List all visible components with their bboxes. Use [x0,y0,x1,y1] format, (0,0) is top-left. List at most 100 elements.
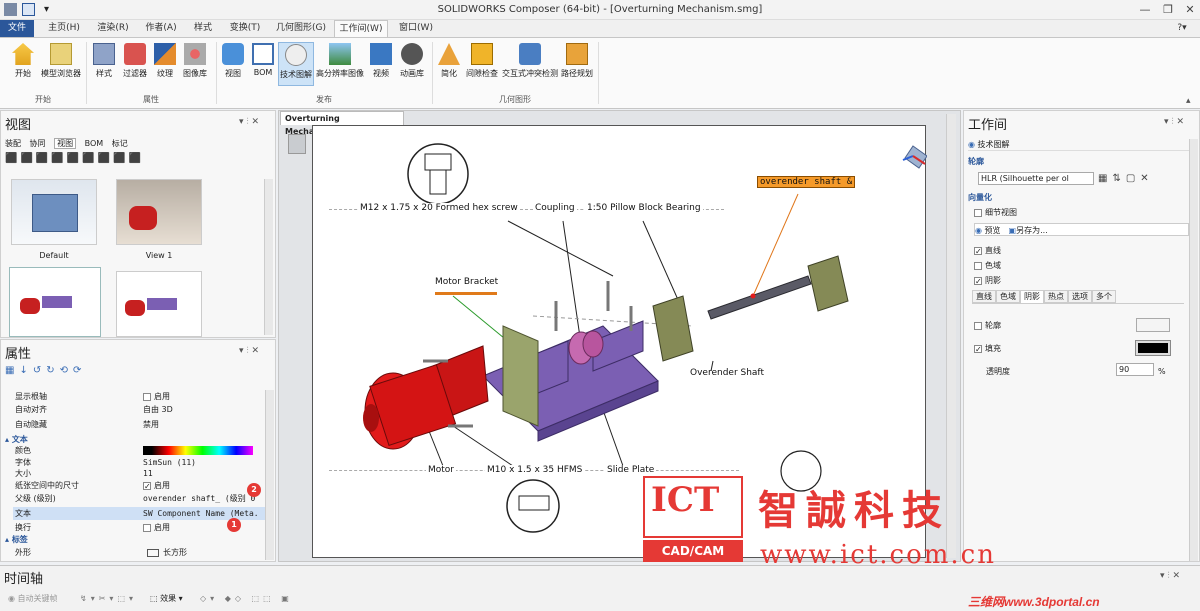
tab-workshops[interactable]: 工作间(W) [334,20,388,37]
prop-checkbox[interactable] [143,523,151,532]
label-motor[interactable]: Motor [426,465,457,475]
color-fill-option[interactable]: 色域 [974,259,1001,272]
section-label[interactable]: ▴ 标签 [5,533,255,546]
outline-option[interactable]: 轮廓 [974,319,1001,332]
restore-icon[interactable]: ❐ [1158,2,1178,17]
tab-views[interactable]: 视图 [54,138,77,149]
texture-button[interactable]: 纹理 [152,42,178,86]
color-picker[interactable] [143,446,253,455]
start-button[interactable]: 开始 [6,42,40,86]
timeline-title: 时间轴 [4,572,44,587]
help-icon[interactable]: ?▾ [1170,20,1194,37]
collapse-ribbon-icon[interactable]: ▴ [1186,96,1191,106]
subtab-multiple[interactable]: 多个 [1092,290,1116,303]
video-button[interactable]: 视频 [368,42,394,86]
prop-checkbox[interactable] [143,481,151,490]
subtab-color[interactable]: 色域 [996,290,1020,303]
close-icon[interactable]: ✕ [1180,2,1200,17]
panel-menu-icon[interactable]: ▾ ⫶ ✕ [239,117,259,127]
label-coupling[interactable]: Coupling [533,203,577,213]
collision-detection-button[interactable]: 交互式冲突检测 [500,42,560,86]
tab-author[interactable]: 作者(A) [140,20,182,37]
workspace-mode: ◉ 技术图解▾ [968,138,1193,151]
section-vectorize: 向量化 [968,193,992,202]
styles-button[interactable]: 样式 [90,42,118,86]
view-button[interactable]: 视图 [220,42,246,86]
thumb-default[interactable] [11,179,97,245]
tab-markup[interactable]: 标记 [112,139,128,148]
properties-toolbar-icons[interactable]: ▦↓↺↻⟲⟳ [5,364,145,377]
properties-scrollbar[interactable] [265,390,274,560]
label-hex-screw[interactable]: M12 x 1.75 x 20 Formed hex screw [358,203,520,213]
opacity-input[interactable]: 90 [1116,363,1154,376]
tab-transform[interactable]: 变换(T) [224,20,266,37]
timeline-tool-icons[interactable]: ↯▾✂▾⬚▾ [80,592,150,605]
view-triad[interactable] [902,145,927,169]
tab-home[interactable]: 主页(H) [42,20,86,37]
animation-library-button[interactable]: 动画库 [396,42,428,86]
subtab-shadow[interactable]: 阴影 [1020,290,1044,303]
effects-button[interactable]: ⬚ 效果 ▾ [150,592,200,605]
prop-value[interactable]: overender shaft_ (级别 0 [143,494,255,503]
tab-geometry[interactable]: 几何图形(G) [272,20,330,37]
model-browser-button[interactable]: 模型浏览器 [40,42,82,86]
label-slide-plate[interactable]: Slide Plate [605,465,657,475]
document-tab[interactable]: Overturning Mechanism.smg [280,111,404,136]
tab-assembly[interactable]: 装配 [5,139,21,148]
bom-button[interactable]: BOM [250,42,276,86]
label-overender-shaft[interactable]: Overender Shaft [690,368,764,378]
fill-color-swatch[interactable] [1135,340,1171,356]
thumb-view1[interactable] [116,179,202,245]
simplify-button[interactable]: 简化 [436,42,462,86]
thumb-view3[interactable] [116,271,202,337]
thumb-view2[interactable] [9,267,101,337]
subtab-options[interactable]: 选项 [1068,290,1092,303]
tab-render[interactable]: 渲染(R) [92,20,134,37]
outline-color-swatch[interactable] [1136,318,1170,332]
auto-key-button[interactable]: ◉ 自动关键帧 [8,592,68,605]
tab-style[interactable]: 样式 [188,20,218,37]
hlr-dropdown[interactable]: HLR (Silhouette per ol [978,172,1094,185]
tab-collab[interactable]: 协同 [30,139,46,148]
text-value-dropdown[interactable]: SW Component Name (Meta. [143,509,259,518]
properties-panel: 属性 ▾ ⫶ ✕ ▦↓↺↻⟲⟳ 显示根轴 启用 自动对齐 自由 3D 自动隐藏 禁用 … [0,339,276,562]
detail-view-option[interactable]: 细节视图 [974,206,1017,219]
preview-button[interactable]: 预览 [985,226,1001,235]
fill-option[interactable]: 填充 [974,342,1001,355]
prop-value[interactable]: SimSun (11) [143,458,196,467]
prop-value[interactable]: 自由 3D [143,405,173,414]
tech-illustration-icon: ◉ [968,140,978,149]
outline-toolbar-icons[interactable]: ▦⇅▢✕ [1098,172,1188,185]
workspace-scrollbar[interactable] [1189,139,1198,561]
filter-button[interactable]: 过滤器 [120,42,150,86]
tab-file[interactable]: 文件 [0,20,34,37]
label-pillow-block[interactable]: 1:50 Pillow Block Bearing [585,203,703,213]
prop-value[interactable]: 11 [143,469,153,478]
minimize-icon[interactable]: — [1135,2,1155,17]
save-as-button[interactable]: 另存为... [1016,226,1048,235]
panel-menu-icon[interactable]: ▾ ⫶ ✕ [1164,117,1184,127]
technical-illustration-button[interactable]: 技术图解 [278,42,314,86]
panel-menu-icon[interactable]: ▾ ⫶ ✕ [1160,571,1180,581]
subtab-hotspot[interactable]: 热点 [1044,290,1068,303]
subtab-lines[interactable]: 直线 [972,290,996,303]
views-toolbar-icons[interactable]: ⬛⬛⬛⬛⬛⬛⬛⬛⬛ [5,152,185,165]
label-overender-tag[interactable]: overender shaft & [757,176,856,188]
label-motor-bracket[interactable]: Motor Bracket [435,277,498,287]
tab-window[interactable]: 窗口(W) [394,20,438,37]
tab-bom[interactable]: BOM [85,139,104,148]
image-library-button[interactable]: 图像库 [180,42,210,86]
prop-value[interactable]: 禁用 [143,420,159,429]
lines-option[interactable]: 直线 [974,244,1001,257]
high-res-image-button[interactable]: 高分辨率图像 [316,42,364,86]
page-thumbnail-icon[interactable] [288,134,306,154]
panel-menu-icon[interactable]: ▾ ⫶ ✕ [239,346,259,356]
timeline-playback-icons[interactable]: ◇▾ ◆◇ ⬚⬚ ▣ [200,592,400,605]
clearance-check-button[interactable]: 间隙检查 [464,42,500,86]
prop-checkbox[interactable] [143,392,151,401]
path-planning-button[interactable]: 路径规划 [560,42,594,86]
label-hfms[interactable]: M10 x 1.5 x 35 HFMS [485,465,585,475]
group-start-label: 开始 [35,95,51,104]
views-scrollbar[interactable] [264,179,273,335]
shadow-option[interactable]: 阴影 [974,274,1001,287]
